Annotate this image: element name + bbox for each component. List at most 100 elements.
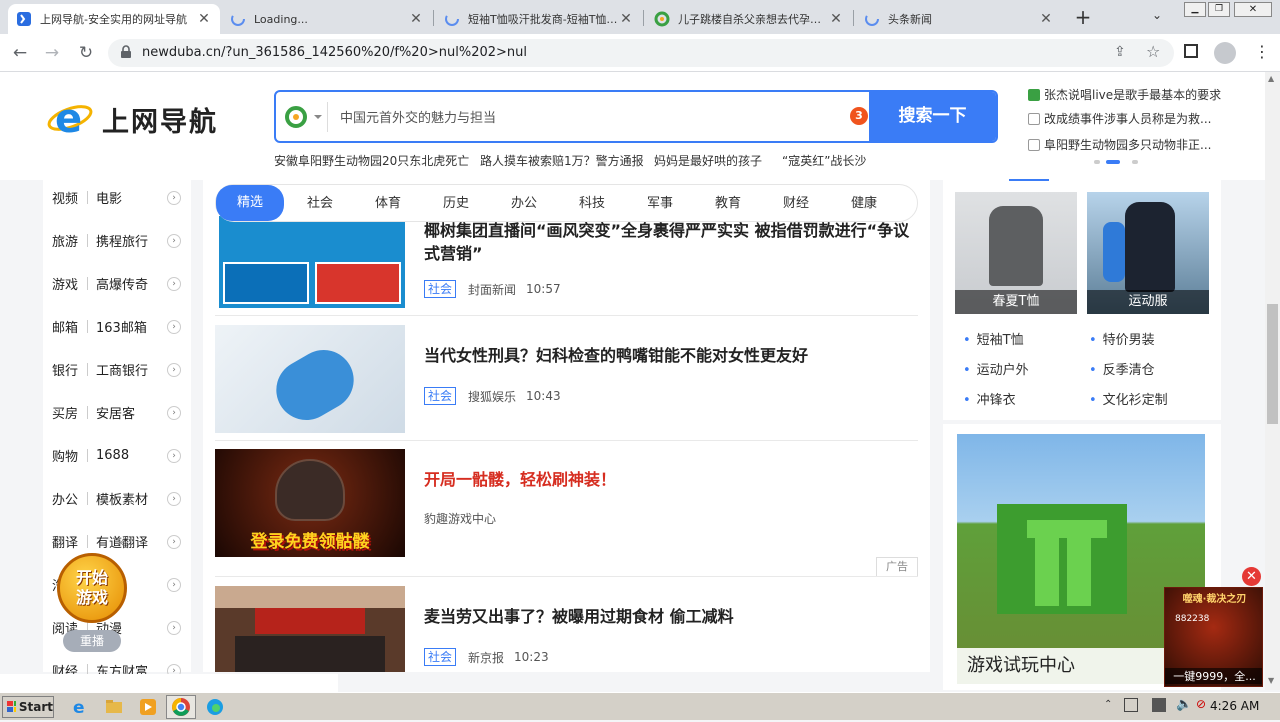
right-news-item[interactable]: 改成绩事件涉事人员称是为救... bbox=[1028, 110, 1211, 127]
category-tab[interactable]: 科技 bbox=[570, 191, 614, 217]
restore-icon[interactable]: ❐ bbox=[1208, 2, 1230, 17]
ad-title[interactable]: 开局一骷髅，轻松刷神装！ bbox=[424, 468, 914, 491]
hot-link[interactable]: 妈妈是最好哄的孩子 bbox=[654, 152, 762, 169]
carousel-dot[interactable] bbox=[1132, 160, 1138, 164]
category-badge[interactable]: 社会 bbox=[424, 387, 457, 405]
forward-icon[interactable]: → bbox=[40, 41, 64, 65]
tab-toutiao[interactable]: 头条新闻 ✕ bbox=[856, 4, 1062, 34]
search-input[interactable]: 中国元首外交的魅力与担当 bbox=[340, 107, 496, 126]
close-icon[interactable]: ✕ bbox=[196, 11, 212, 27]
nav-site-link[interactable]: 有道翻译 bbox=[96, 532, 167, 551]
tab-news[interactable]: 儿子跳楼自杀父亲想去代孕被... ✕ bbox=[646, 4, 852, 34]
right-news-item[interactable]: 阜阳野生动物园多只动物非正... bbox=[1028, 136, 1211, 153]
nav-category[interactable]: 办公 bbox=[43, 489, 79, 508]
nav-site-link[interactable]: 163邮箱 bbox=[96, 317, 167, 336]
ad-thumbnail[interactable]: 登录免费领骷髅 bbox=[215, 449, 405, 557]
security-alert-icon[interactable]: ⊘ bbox=[1196, 697, 1206, 711]
carousel-dot-active[interactable] bbox=[1106, 160, 1120, 164]
nav-category[interactable]: 买房 bbox=[43, 403, 79, 422]
chevron-right-icon[interactable]: › bbox=[167, 405, 181, 420]
scrollbar-thumb[interactable] bbox=[1267, 304, 1278, 424]
hot-link[interactable]: 安徽阜阳野生动物园20只东北虎死亡 bbox=[274, 152, 469, 169]
product-card[interactable]: 运动服 bbox=[1087, 192, 1209, 314]
product-link[interactable]: 短袖T恤 bbox=[963, 329, 1024, 348]
nav-category[interactable]: 购物 bbox=[43, 446, 79, 465]
scroll-down-icon[interactable]: ▼ bbox=[1268, 676, 1274, 685]
nav-row[interactable]: 买房 安居客 › bbox=[43, 391, 191, 434]
edge-icon[interactable] bbox=[205, 697, 225, 717]
chevron-right-icon[interactable]: › bbox=[167, 190, 181, 205]
new-tab-icon[interactable]: + bbox=[1072, 6, 1094, 28]
close-icon[interactable]: × bbox=[116, 536, 125, 549]
category-tab[interactable]: 军事 bbox=[638, 191, 682, 217]
news-thumbnail[interactable] bbox=[215, 586, 405, 672]
nav-site-link[interactable]: 工商银行 bbox=[96, 360, 167, 379]
category-tab[interactable]: 体育 bbox=[366, 191, 410, 217]
news-thumbnail[interactable] bbox=[219, 216, 405, 308]
replay-button[interactable]: 重播 bbox=[63, 630, 121, 652]
share-icon[interactable]: ⇪ bbox=[1114, 44, 1126, 60]
close-icon[interactable]: ✕ bbox=[1242, 567, 1261, 586]
news-title[interactable]: 椰树集团直播间“画风突变”全身裹得严严实实 被指借罚款进行“争议式营销” bbox=[424, 219, 914, 265]
profile-avatar-icon[interactable] bbox=[1214, 42, 1236, 64]
product-link[interactable]: 运动户外 bbox=[963, 359, 1029, 378]
nav-row[interactable]: 旅游 携程旅行 › bbox=[43, 219, 191, 262]
chevron-right-icon[interactable]: › bbox=[167, 491, 181, 506]
nav-category[interactable]: 银行 bbox=[43, 360, 79, 379]
product-link[interactable]: 冲锋衣 bbox=[963, 389, 1016, 408]
news-title[interactable]: 麦当劳又出事了？被曝用过期食材 偷工减料 bbox=[424, 605, 914, 628]
product-card[interactable]: 春夏T恤 bbox=[955, 192, 1077, 314]
folder-icon[interactable] bbox=[104, 697, 124, 717]
tab-loading[interactable]: Loading... ✕ bbox=[222, 4, 432, 34]
start-button[interactable]: Start bbox=[2, 696, 54, 718]
window-close-icon[interactable]: ✕ bbox=[1234, 2, 1272, 17]
back-icon[interactable]: ← bbox=[8, 41, 32, 65]
category-tab[interactable]: 社会 bbox=[298, 191, 342, 217]
close-icon[interactable]: ✕ bbox=[618, 11, 634, 27]
tab-shangwang[interactable]: 上网导航-安全实用的网址导航 ✕ bbox=[8, 4, 220, 34]
chevron-right-icon[interactable]: › bbox=[167, 233, 181, 248]
chevron-right-icon[interactable]: › bbox=[167, 276, 181, 291]
nav-row[interactable]: 视频 电影 › bbox=[43, 176, 191, 219]
media-player-icon[interactable] bbox=[138, 697, 158, 717]
nav-site-link[interactable]: 1688 bbox=[96, 448, 167, 463]
hot-link[interactable]: “寇英红”战长沙 bbox=[782, 152, 866, 169]
reload-icon[interactable]: ↻ bbox=[74, 41, 98, 65]
category-tab[interactable]: 历史 bbox=[434, 191, 478, 217]
close-icon[interactable]: ✕ bbox=[1038, 11, 1054, 27]
nav-row[interactable]: 游戏 高爆传奇 › bbox=[43, 262, 191, 305]
close-icon[interactable]: ✕ bbox=[828, 11, 844, 27]
category-tab[interactable]: 财经 bbox=[774, 191, 818, 217]
chrome-icon[interactable] bbox=[166, 695, 196, 719]
chevron-right-icon[interactable]: › bbox=[167, 362, 181, 377]
category-tab[interactable]: 精选 bbox=[216, 185, 284, 221]
nav-site-link[interactable]: 模板素材 bbox=[96, 489, 167, 508]
nav-site-link[interactable]: 携程旅行 bbox=[96, 231, 167, 250]
network-icon[interactable] bbox=[1152, 698, 1166, 712]
chevron-right-icon[interactable]: › bbox=[167, 620, 181, 635]
nav-row[interactable]: 邮箱 163邮箱 › bbox=[43, 305, 191, 348]
search-button[interactable]: 搜索一下 bbox=[869, 92, 996, 141]
page-scrollbar[interactable]: ▲ ▼ bbox=[1265, 72, 1280, 690]
news-title[interactable]: 当代女性刑具？妇科检查的鸭嘴钳能不能对女性更友好 bbox=[424, 344, 914, 367]
nav-category[interactable]: 翻译 bbox=[43, 532, 79, 551]
chevron-right-icon[interactable]: › bbox=[167, 319, 181, 334]
bookmark-star-icon[interactable]: ☆ bbox=[1146, 42, 1160, 61]
side-panel-icon[interactable] bbox=[1184, 44, 1198, 58]
category-badge[interactable]: 社会 bbox=[424, 648, 457, 666]
nav-row[interactable]: 银行 工商银行 › bbox=[43, 348, 191, 391]
ie-icon[interactable]: e bbox=[70, 697, 90, 718]
news-thumbnail[interactable] bbox=[215, 325, 405, 433]
volume-icon[interactable]: 🔈 bbox=[1176, 697, 1192, 712]
nav-category[interactable]: 视频 bbox=[43, 188, 79, 207]
chevron-right-icon[interactable]: › bbox=[167, 448, 181, 463]
search-engine-selector[interactable] bbox=[282, 102, 328, 132]
category-tab[interactable]: 教育 bbox=[706, 191, 750, 217]
chevron-right-icon[interactable]: › bbox=[167, 577, 181, 592]
floating-game-button[interactable]: 开始 游戏 bbox=[57, 553, 127, 623]
category-tab[interactable]: 办公 bbox=[502, 191, 546, 217]
nav-category[interactable]: 旅游 bbox=[43, 231, 79, 250]
carousel-dot[interactable] bbox=[1094, 160, 1100, 164]
nav-row[interactable]: 购物 1688 › bbox=[43, 434, 191, 477]
category-badge[interactable]: 社会 bbox=[424, 280, 457, 298]
